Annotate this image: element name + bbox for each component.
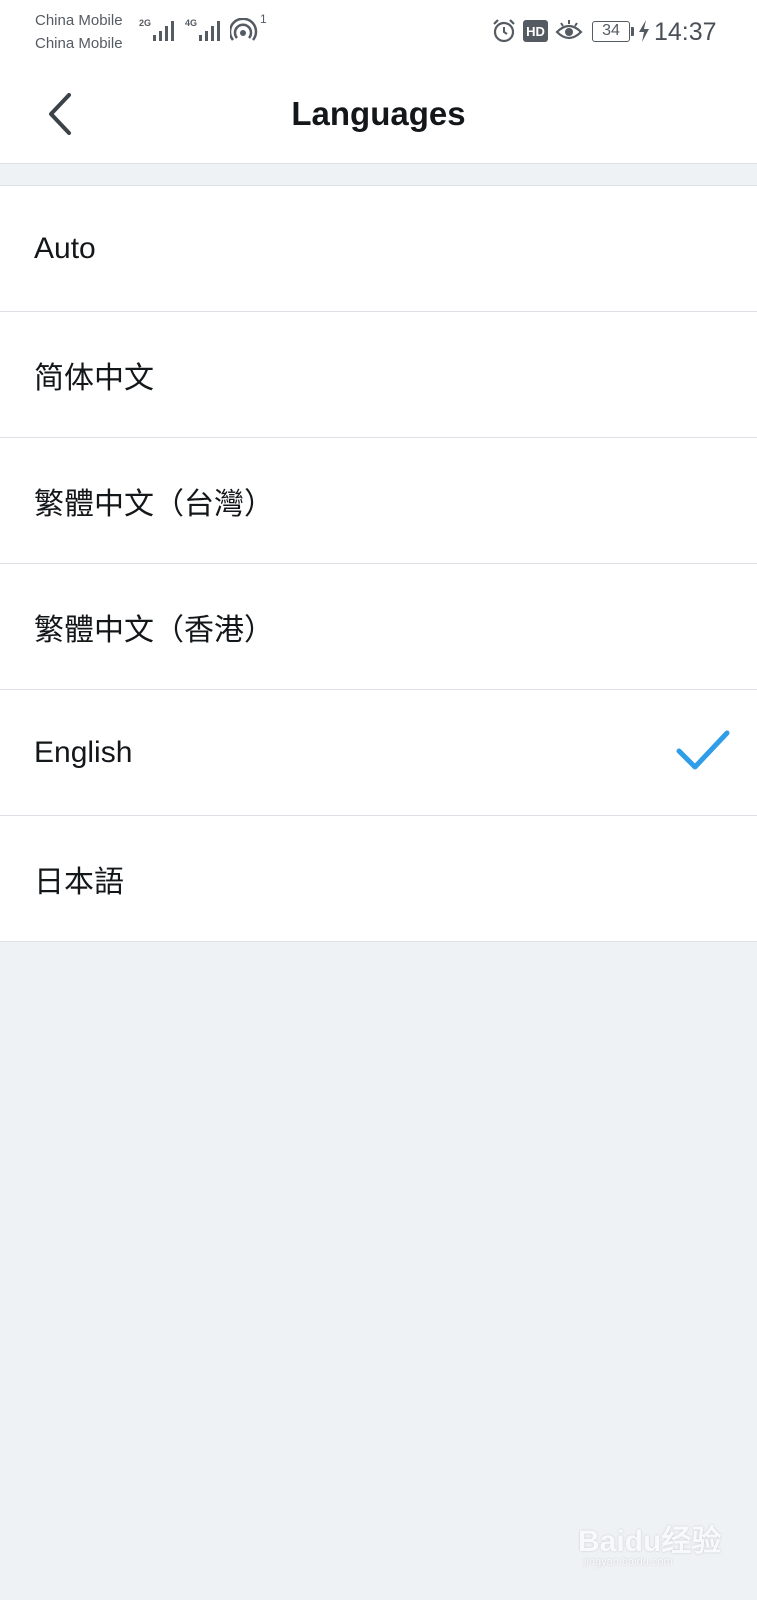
language-label: Auto: [34, 231, 96, 265]
signal-icon: [153, 21, 174, 41]
language-list: Auto 简体中文 繁體中文（台灣） 繁體中文（香港） English 日本語: [0, 185, 757, 942]
status-bar: China Mobile China Mobile 2G 4G 1 HD 34 …: [0, 0, 757, 66]
eye-icon: [555, 20, 583, 40]
hotspot-icon: [230, 18, 258, 41]
app-header: Languages: [0, 66, 757, 164]
battery-icon: 34: [592, 21, 630, 42]
watermark-domain: jingyan.baidu.com: [584, 1556, 673, 1568]
signal-icon: [199, 21, 220, 41]
sim1-network-label: 2G: [139, 18, 152, 28]
language-label: 日本語: [34, 865, 124, 899]
battery-level: 34: [602, 22, 620, 39]
screen: China Mobile China Mobile 2G 4G 1 HD 34 …: [0, 0, 757, 1600]
language-label: English: [34, 735, 133, 769]
battery-tip: [631, 27, 634, 36]
hd-icon: HD: [523, 20, 548, 42]
alarm-icon: [493, 19, 515, 43]
language-option-traditional-chinese-hongkong[interactable]: 繁體中文（香港）: [0, 564, 757, 690]
language-option-auto[interactable]: Auto: [0, 186, 757, 312]
svg-text:HD: HD: [526, 24, 545, 39]
hotspot-count: 1: [260, 12, 267, 26]
checkmark-icon: [676, 730, 730, 770]
language-option-english[interactable]: English: [0, 690, 757, 816]
language-option-traditional-chinese-taiwan[interactable]: 繁體中文（台灣）: [0, 438, 757, 564]
watermark: Baidu经验 jingyan.baidu.com: [578, 1516, 738, 1586]
language-label: 繁體中文（台灣）: [34, 487, 274, 521]
language-option-simplified-chinese[interactable]: 简体中文: [0, 312, 757, 438]
status-time: 14:37: [654, 18, 717, 46]
charging-icon: [639, 20, 649, 42]
watermark-brand: Baidu经验: [578, 1525, 722, 1558]
carrier-1-label: China Mobile: [35, 12, 123, 29]
carrier-2-label: China Mobile: [35, 35, 123, 52]
page-title: Languages: [291, 95, 466, 132]
language-label: 简体中文: [34, 361, 154, 395]
language-label: 繁體中文（香港）: [34, 613, 274, 647]
language-option-japanese[interactable]: 日本語: [0, 816, 757, 942]
